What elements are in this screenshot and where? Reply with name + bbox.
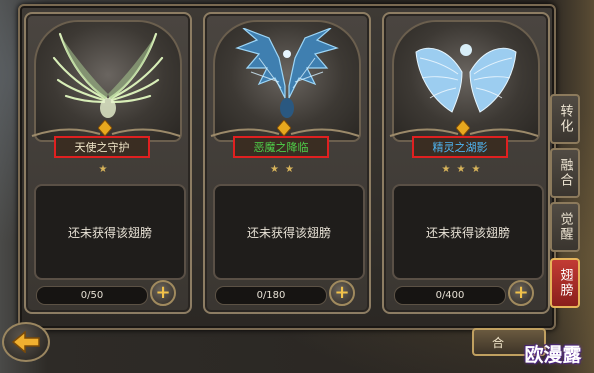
tab-label: 觉醒 [557, 212, 573, 242]
tab-label: 翅膀 [557, 268, 573, 298]
plus-icon: + [334, 282, 350, 303]
progress-text: 0/400 [435, 290, 465, 301]
wing-name-label: 恶魔之降临 [233, 136, 329, 158]
add-material-button[interactable]: + [508, 280, 534, 306]
gem-icon [277, 120, 291, 136]
wing-name-label: 天使之守护 [54, 136, 150, 158]
gem-icon [456, 120, 470, 136]
back-arrow-icon [11, 331, 40, 353]
back-button[interactable] [2, 322, 50, 362]
compose-button-label: 合 [492, 335, 505, 350]
elf-wing-icon [415, 44, 517, 113]
wing-card-2[interactable]: 恶魔之降临 ★★ 还未获得该翅膀 0/180 + [203, 12, 371, 314]
progress-text: 0/180 [256, 290, 286, 301]
add-material-button[interactable]: + [150, 280, 176, 306]
tab-fuse[interactable]: 融合 [550, 148, 580, 198]
star-rating: ★★★ [441, 164, 487, 175]
wing-status-panel: 还未获得该翅膀 [213, 184, 365, 280]
gem-icon [98, 120, 112, 136]
wing-name-label: 精灵之湖影 [412, 136, 508, 158]
angel-wing-icon [52, 32, 164, 118]
tab-awaken[interactable]: 觉醒 [550, 202, 580, 252]
wing-progress-bar: 0/50 [36, 286, 148, 305]
wing-status-panel: 还未获得该翅膀 [392, 184, 544, 280]
wing-name-text: 恶魔之降临 [253, 141, 309, 154]
wing-status-panel: 还未获得该翅膀 [34, 184, 186, 280]
wing-status-text: 还未获得该翅膀 [246, 225, 331, 240]
wing-name-text: 天使之守护 [74, 141, 130, 154]
wing-status-text: 还未获得该翅膀 [67, 225, 152, 240]
plus-icon: + [513, 282, 529, 303]
tab-convert[interactable]: 转化 [550, 94, 580, 144]
wing-card-1[interactable]: 天使之守护 ★ 还未获得该翅膀 0/50 + [24, 12, 192, 314]
demon-wing-icon [235, 28, 339, 118]
wing-progress-bar: 0/180 [215, 286, 327, 305]
wing-status-text: 还未获得该翅膀 [425, 225, 510, 240]
star-rating: ★ [98, 164, 114, 175]
tab-label: 融合 [557, 158, 573, 188]
tab-wings[interactable]: 翅膀 [550, 258, 580, 308]
tab-label: 转化 [557, 104, 573, 134]
wing-name-text: 精灵之湖影 [432, 141, 488, 154]
plus-icon: + [155, 282, 171, 303]
add-material-button[interactable]: + [329, 280, 355, 306]
progress-text: 0/50 [80, 290, 104, 301]
watermark: 欧漫露 [524, 343, 582, 366]
wing-card-3[interactable]: 精灵之湖影 ★★★ 还未获得该翅膀 0/400 + [382, 12, 550, 314]
star-rating: ★★ [270, 164, 300, 175]
wing-progress-bar: 0/400 [394, 286, 506, 305]
